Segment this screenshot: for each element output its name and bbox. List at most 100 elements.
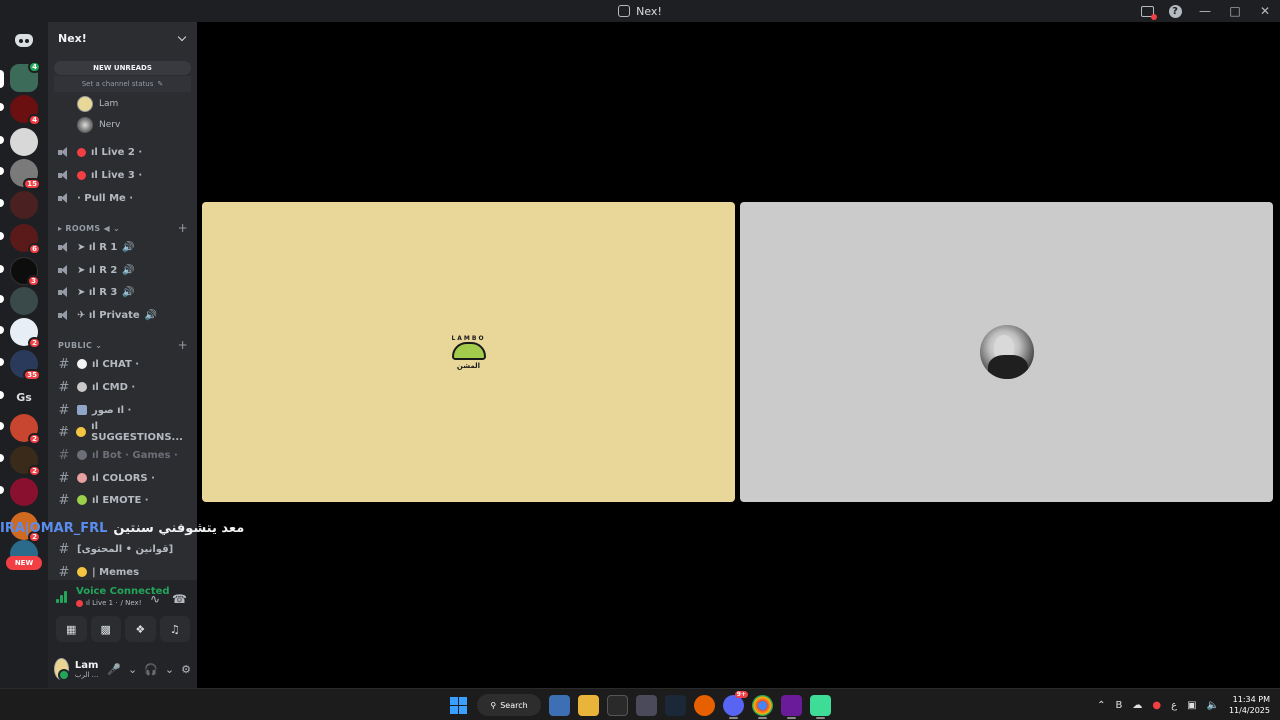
nex-app-icon[interactable] xyxy=(810,694,831,719)
disconnect-icon[interactable]: ☎ xyxy=(172,592,187,606)
unread-pill xyxy=(0,232,4,240)
gear-icon[interactable]: ⚙ xyxy=(181,663,191,676)
server-4[interactable]: 15 xyxy=(10,159,41,190)
volume-icon: 🔊 xyxy=(122,286,135,298)
bold-app-icon[interactable]: B xyxy=(1115,700,1122,711)
start-button[interactable] xyxy=(448,695,469,716)
search-label: Search xyxy=(500,700,528,710)
epic-games-icon[interactable] xyxy=(607,694,628,716)
home-button[interactable] xyxy=(10,26,38,54)
voice-channel-private[interactable]: ✈ ıl Private 🔊 xyxy=(56,305,190,325)
text-channel-photos[interactable]: # صور ıl · xyxy=(56,400,190,420)
network-app-icon[interactable]: ☁ xyxy=(1132,700,1142,711)
unread-pill xyxy=(0,486,4,494)
robot-icon xyxy=(77,382,87,392)
search-button[interactable]: ⚲ Search xyxy=(477,694,541,716)
chrome-icon[interactable] xyxy=(752,694,773,719)
text-channel-emote[interactable]: # ıl EMOTE · xyxy=(56,490,190,510)
category-public[interactable]: PUBLIC ⌄ + xyxy=(58,338,188,352)
text-channel-suggestions[interactable]: # ıl SUGGESTIONS... xyxy=(56,421,190,443)
voice-user[interactable]: Nerv xyxy=(77,116,120,134)
server-12[interactable]: 2 xyxy=(10,414,41,445)
server-6[interactable]: 6 xyxy=(10,224,41,255)
firefox-icon[interactable] xyxy=(694,694,715,716)
unread-pill xyxy=(0,326,4,334)
microphone-tray-icon[interactable]: ● xyxy=(1152,700,1161,711)
new-servers-badge[interactable]: NEW xyxy=(6,556,42,570)
voice-channel-r3[interactable]: ➤ ıl R 3 🔊 xyxy=(56,282,190,302)
minimize-button[interactable]: — xyxy=(1190,0,1220,22)
voice-channel-live-3[interactable]: ıl Live 3 · xyxy=(56,165,190,185)
lightbulb-icon xyxy=(76,427,87,437)
text-channel-cmd[interactable]: # ıl CMD · xyxy=(56,377,190,397)
server-gs[interactable]: Gs xyxy=(10,383,38,411)
volume-icon[interactable]: 🔈 xyxy=(1207,700,1219,711)
display-icon[interactable]: ▣ xyxy=(1187,700,1196,711)
channel-label: [قوانين • المحتوى] xyxy=(77,543,174,555)
help-button[interactable]: ? xyxy=(1160,0,1190,22)
close-button[interactable]: ✕ xyxy=(1250,0,1280,22)
inbox-button[interactable] xyxy=(1134,0,1160,22)
user-info[interactable]: Lam الرب ... xyxy=(75,660,103,679)
voice-channel-live-2[interactable]: ıl Live 2 · xyxy=(56,142,190,162)
channel-label: | Memes xyxy=(92,566,140,578)
text-channel-bot-games[interactable]: # ıl Bot · Games · xyxy=(56,445,190,465)
voice-user[interactable]: Lam xyxy=(77,95,118,113)
server-5[interactable] xyxy=(10,191,38,219)
unread-pill xyxy=(0,391,4,399)
avatar[interactable] xyxy=(54,658,70,681)
participant-tile-lam[interactable]: LAMBO المشن xyxy=(202,202,735,502)
text-channel-memes[interactable]: # | Memes xyxy=(56,562,190,582)
server-nirvz[interactable]: 2 xyxy=(10,318,41,349)
server-13[interactable]: 2 xyxy=(10,446,41,477)
channel-status-button[interactable]: Set a channel status ✎ xyxy=(54,76,191,92)
clock[interactable]: 11:34 PM 11/4/2025 xyxy=(1229,694,1270,716)
activities-button[interactable]: ❖ xyxy=(125,616,156,642)
volume-icon: 🔊 xyxy=(122,264,135,276)
category-rooms[interactable]: ▸ ROOMS ◀ ⌄ + xyxy=(58,221,188,235)
speech-bubble-icon xyxy=(77,359,87,369)
volume-icon: 🔊 xyxy=(122,241,135,253)
server-3[interactable] xyxy=(10,128,38,156)
store-icon[interactable] xyxy=(549,694,570,716)
server-10[interactable]: 35 xyxy=(10,350,41,381)
add-channel-icon[interactable]: + xyxy=(178,338,188,352)
signal-icon xyxy=(56,590,69,603)
voice-channel-r1[interactable]: ➤ ıl R 1 🔊 xyxy=(56,237,190,257)
server-2[interactable]: 4 xyxy=(10,95,41,126)
maximize-button[interactable]: □ xyxy=(1220,0,1250,22)
new-unreads-banner[interactable]: NEW UNREADS xyxy=(54,61,191,75)
text-channel-chat[interactable]: # ıl CHAT · xyxy=(56,354,190,374)
server-14[interactable] xyxy=(10,478,38,506)
text-channel-rules[interactable]: # [قوانين • المحتوى] xyxy=(56,539,190,559)
guild-header[interactable]: Nex! xyxy=(48,22,197,54)
unity-icon[interactable] xyxy=(636,694,657,716)
avatar-arc-text: LAMBO xyxy=(451,334,486,342)
steam-icon[interactable] xyxy=(665,694,686,716)
chevron-up-icon[interactable]: ⌃ xyxy=(1097,700,1105,711)
camera-off-button[interactable]: ▦ xyxy=(56,616,87,642)
microphone-icon[interactable]: 🎤 xyxy=(107,663,121,676)
language-indicator[interactable]: ع xyxy=(1171,700,1177,711)
user-name: Lam xyxy=(74,659,99,671)
add-channel-icon[interactable]: + xyxy=(178,221,188,235)
next-app-icon[interactable] xyxy=(781,694,802,719)
text-channel-colors[interactable]: # ıl COLORS · xyxy=(56,468,190,488)
noise-suppression-icon[interactable]: ∿ xyxy=(150,592,160,606)
server-7[interactable]: 3 xyxy=(10,257,40,287)
channel-label: صور ıl · xyxy=(92,404,132,416)
server-badge: 35 xyxy=(23,369,41,381)
soundboard-button[interactable]: ♫ xyxy=(159,616,190,642)
screen-share-button[interactable]: ▩ xyxy=(90,616,121,642)
participant-tile-nerv[interactable] xyxy=(740,202,1273,502)
chevron-down-icon[interactable]: ⌄ xyxy=(165,663,174,676)
discord-icon[interactable]: 9+ xyxy=(723,690,748,719)
headphones-icon[interactable]: 🎧 xyxy=(144,663,158,676)
file-explorer-icon[interactable] xyxy=(578,694,599,716)
window-controls: ? — □ ✕ xyxy=(1134,0,1280,22)
voice-channel-pull-me[interactable]: · Pull Me · xyxy=(56,188,190,208)
voice-channel-r2[interactable]: ➤ ıl R 2 🔊 xyxy=(56,260,190,280)
chevron-down-icon[interactable]: ⌄ xyxy=(128,663,137,676)
server-8[interactable] xyxy=(10,287,38,315)
server-nex[interactable]: 4 xyxy=(10,61,41,92)
